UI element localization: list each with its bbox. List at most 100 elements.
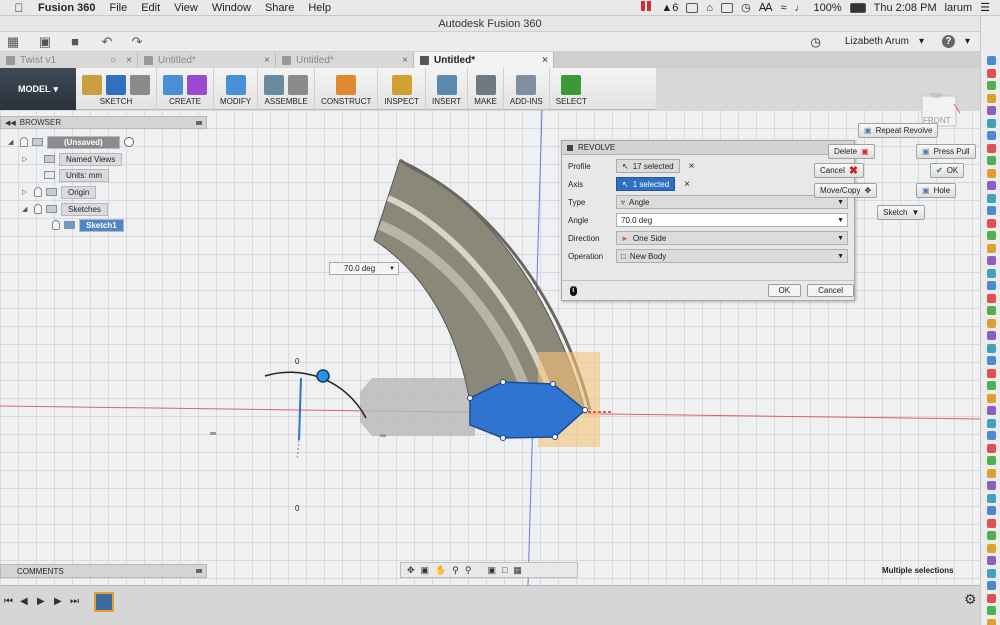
- zoom-icon[interactable]: ⚲: [452, 565, 459, 576]
- profile-select-button[interactable]: ↖ 17 selected: [616, 159, 680, 173]
- close-icon[interactable]: ×: [126, 55, 132, 66]
- look-at-icon[interactable]: ▣: [421, 565, 430, 576]
- tool-icon[interactable]: [436, 75, 457, 95]
- dock-app-icon[interactable]: [987, 581, 996, 590]
- dock-app-icon[interactable]: [987, 343, 996, 353]
- dock-app-icon[interactable]: [987, 168, 996, 178]
- angle-value-chip[interactable]: 70.0 deg ▼: [329, 262, 399, 275]
- toolbar-group-insert[interactable]: INSERT: [426, 68, 469, 109]
- clock-icon[interactable]: ◷: [741, 1, 751, 14]
- toolbar-group-select[interactable]: SELECT: [550, 68, 593, 109]
- menu-edit[interactable]: Edit: [141, 2, 160, 14]
- chevron-down-icon[interactable]: ▼: [837, 253, 844, 260]
- tool-icon[interactable]: [264, 75, 285, 95]
- profile-point[interactable]: [550, 381, 556, 387]
- redo-icon[interactable]: ↷: [126, 34, 148, 50]
- menu-share[interactable]: Share: [265, 2, 294, 14]
- dock-app-icon[interactable]: [987, 518, 996, 528]
- tool-icon[interactable]: [516, 75, 537, 95]
- tool-icon[interactable]: [336, 75, 357, 95]
- display-settings-icon[interactable]: ▣: [487, 565, 496, 576]
- save-icon[interactable]: ■: [64, 34, 86, 49]
- profile-point[interactable]: [467, 395, 473, 401]
- tool-icon[interactable]: [163, 75, 183, 95]
- tool-icon[interactable]: [561, 75, 582, 95]
- operation-dropdown[interactable]: □ New Body ▼: [616, 249, 848, 263]
- sketch-timeline-feature[interactable]: [94, 592, 114, 612]
- bluetooth-icon[interactable]: Ꜳ: [759, 1, 773, 14]
- menu-view[interactable]: View: [174, 2, 198, 14]
- expand-icon[interactable]: ▷: [22, 188, 30, 196]
- profile-point[interactable]: [500, 435, 506, 441]
- step-forward-icon[interactable]: ▶: [54, 596, 62, 607]
- dock-app-icon[interactable]: [987, 306, 996, 315]
- collapse-icon[interactable]: [567, 144, 573, 151]
- profile-point[interactable]: [582, 407, 588, 413]
- dock-app-icon[interactable]: [987, 193, 996, 203]
- radio-icon[interactable]: [123, 137, 134, 147]
- dock-app-icon[interactable]: [987, 181, 996, 190]
- profile-point[interactable]: [552, 434, 558, 440]
- ok-button[interactable]: OK: [767, 284, 802, 297]
- dock-app-icon[interactable]: [987, 556, 996, 565]
- pin-icon[interactable]: [196, 120, 202, 125]
- dock-app-icon[interactable]: [987, 356, 996, 365]
- toolbar-group-add-ins[interactable]: ADD-INS: [504, 68, 550, 109]
- refresh-icon[interactable]: ○: [110, 55, 116, 66]
- menubar-user[interactable]: larum: [945, 2, 973, 14]
- tab-untitled-1[interactable]: Untitled* ×: [138, 52, 276, 68]
- dock-app-icon[interactable]: [987, 493, 996, 503]
- user-menu[interactable]: Lizabeth Arum: [845, 36, 909, 47]
- play-icon[interactable]: ▶: [37, 596, 45, 607]
- dock-app-icon[interactable]: [987, 618, 996, 625]
- browser-item-origin[interactable]: ▷ Origin: [22, 185, 97, 199]
- browser-item-sketch1[interactable]: Sketch1: [40, 218, 124, 232]
- job-status-icon[interactable]: ◷: [811, 35, 821, 49]
- dock-app-icon[interactable]: [987, 293, 996, 303]
- adobe-icon[interactable]: ▲6: [661, 2, 678, 14]
- dock-app-icon[interactable]: [987, 568, 996, 578]
- close-icon[interactable]: ×: [542, 55, 548, 66]
- close-icon[interactable]: ×: [402, 55, 408, 66]
- menu-file[interactable]: File: [109, 2, 127, 14]
- expand-icon[interactable]: ◢: [8, 138, 16, 146]
- toolbar-group-modify[interactable]: MODIFY: [214, 68, 259, 109]
- window-icon[interactable]: [686, 2, 699, 13]
- dock-app-icon[interactable]: [987, 68, 996, 78]
- dock-app-icon[interactable]: [987, 481, 996, 490]
- dock-app-icon[interactable]: [987, 393, 996, 403]
- angle-handle[interactable]: [316, 369, 330, 383]
- browser-item-named-views[interactable]: ▷ Named Views: [22, 152, 123, 166]
- dock-app-icon[interactable]: [987, 281, 996, 290]
- chevron-down-icon[interactable]: ▼: [837, 199, 844, 206]
- visibility-icon[interactable]: [34, 187, 42, 197]
- cancel-button[interactable]: Cancel: [807, 284, 854, 297]
- fit-icon[interactable]: ⚲: [465, 565, 472, 576]
- wifi-icon[interactable]: ≈: [780, 2, 786, 14]
- dock-app-icon[interactable]: [987, 606, 996, 615]
- dock-app-icon[interactable]: [987, 543, 996, 553]
- dock-app-icon[interactable]: [987, 256, 996, 265]
- dock-app-icon[interactable]: [987, 506, 996, 515]
- collapse-icon[interactable]: ◀◀: [5, 119, 16, 127]
- axis-select-button[interactable]: ↖ 1 selected: [616, 177, 676, 191]
- toolbar-group-make[interactable]: MAKE: [468, 68, 504, 109]
- browser-root[interactable]: ◢ (Unsaved): [8, 135, 134, 149]
- undo-icon[interactable]: ↶: [96, 34, 118, 50]
- pin-icon[interactable]: [196, 569, 202, 573]
- browser-header[interactable]: ◀◀ BROWSER: [0, 116, 207, 129]
- dock-app-icon[interactable]: [987, 106, 996, 115]
- chevron-down-icon[interactable]: ▼: [389, 266, 395, 272]
- dock-app-icon[interactable]: [987, 206, 996, 215]
- expand-icon[interactable]: ▷: [22, 155, 30, 163]
- dock-app-icon[interactable]: [987, 431, 996, 440]
- axis-manipulator[interactable]: [298, 377, 302, 441]
- file-icon[interactable]: ▣: [34, 34, 56, 50]
- visibility-icon[interactable]: [34, 204, 42, 214]
- tool-icon[interactable]: [187, 75, 207, 95]
- move-copy-button[interactable]: Move/Copy ✥: [814, 183, 878, 198]
- chevron-down-icon[interactable]: ▼: [837, 235, 844, 242]
- menu-help[interactable]: Help: [308, 2, 331, 14]
- dock-app-icon[interactable]: [987, 231, 996, 240]
- dock-app-icon[interactable]: [987, 81, 996, 90]
